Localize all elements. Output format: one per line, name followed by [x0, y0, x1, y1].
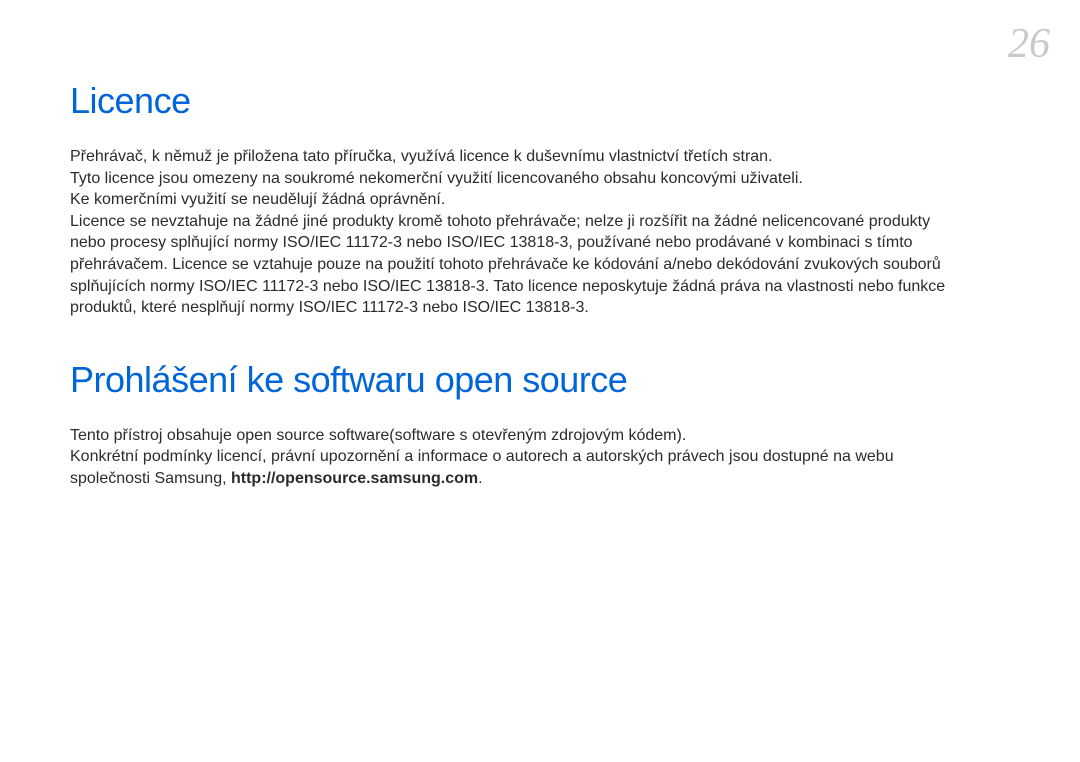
licence-paragraph-1: Přehrávač, k němuž je přiložena tato pří… [70, 146, 950, 168]
licence-paragraph-3: Ke komerčními využití se neudělují žádná… [70, 189, 950, 211]
opensource-url: http://opensource.samsung.com [231, 470, 478, 487]
licence-paragraph-2: Tyto licence jsou omezeny na soukromé ne… [70, 168, 950, 190]
opensource-paragraph-2: Konkrétní podmínky licencí, právní upozo… [70, 446, 950, 489]
page-number: 26 [1008, 20, 1050, 68]
opensource-text-after-url: . [478, 470, 482, 487]
opensource-paragraph-1: Tento přístroj obsahuje open source soft… [70, 425, 950, 447]
section-heading-opensource: Prohlášení ke softwaru open source [70, 359, 1010, 401]
licence-paragraph-4: Licence se nevztahuje na žádné jiné prod… [70, 211, 950, 319]
section-heading-licence: Licence [70, 80, 1010, 122]
